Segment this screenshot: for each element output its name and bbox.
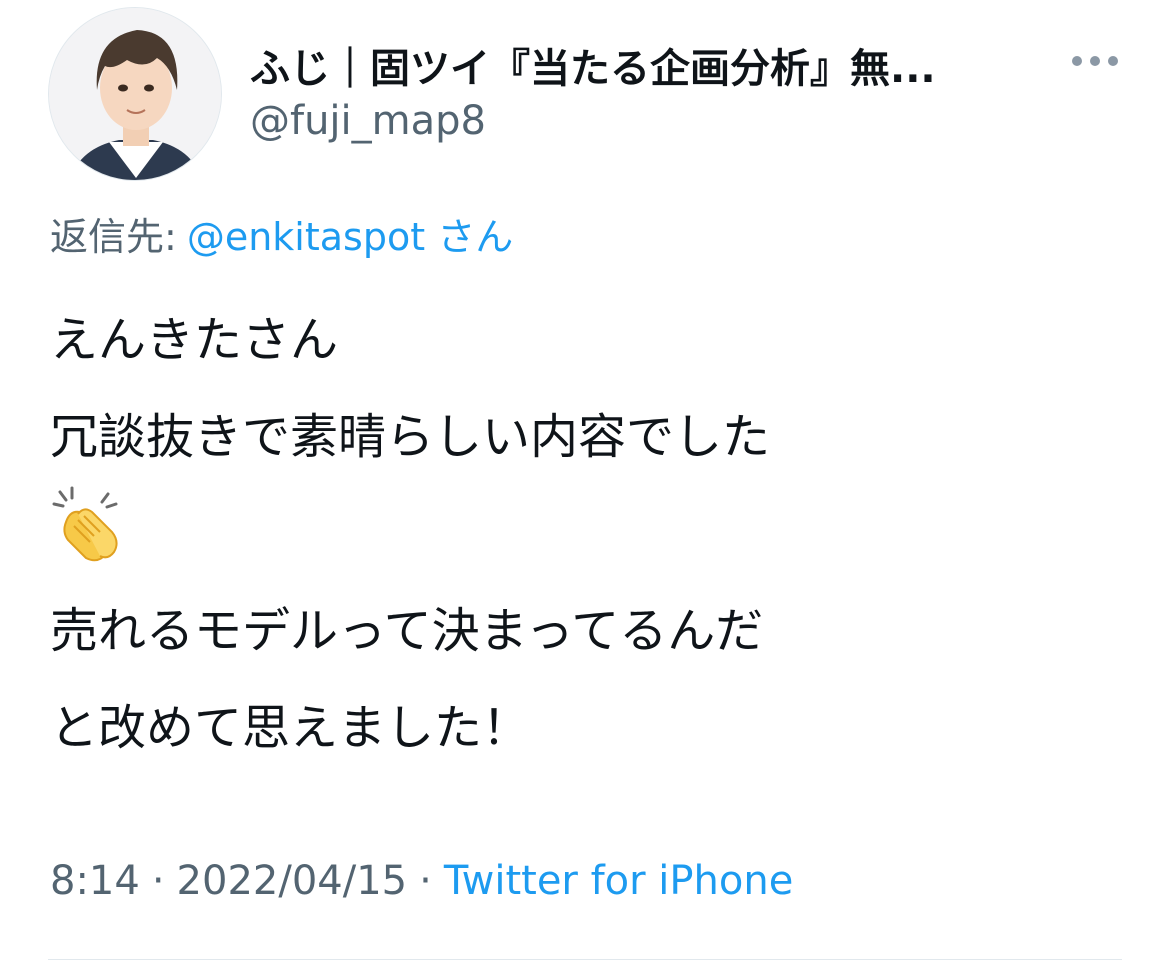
clapping-hands-emoji: 👏 [50,486,1130,583]
tweet-line: えんきたさん [50,312,339,368]
reply-to-mention[interactable]: @enkitaspot さん [187,215,513,259]
reply-to-line: 返信先: @enkitaspot さん [50,206,513,261]
tweet-line: 売れるモデルって決まってるんだ [50,603,764,659]
tweet-line: と改めて思えました！ [50,700,531,756]
author-display-name[interactable]: ふじ｜固ツイ『当たる企画分析』無... [250,36,936,94]
tweet-time: 8:14 [50,858,140,904]
divider [48,959,1122,960]
tweet-source-link[interactable]: Twitter for iPhone [444,858,794,904]
author-avatar[interactable] [48,7,222,181]
tweet-date: 2022/04/15 [176,858,408,904]
tweet-meta: 8:14 · 2022/04/15 · Twitter for iPhone [50,858,793,904]
reply-to-prefix: 返信先: [50,215,177,259]
separator-dot: · [419,858,432,904]
tweet-body: えんきたさん 冗談抜きで素晴らしい内容でした 👏 売れるモデルって決まってるんだ… [50,292,1130,777]
author-handle[interactable]: @fuji_map8 [250,98,486,144]
tweet-line: 冗談抜きで素晴らしい内容でした [50,409,771,465]
more-icon[interactable] [1068,46,1122,76]
separator-dot: · [151,858,165,904]
